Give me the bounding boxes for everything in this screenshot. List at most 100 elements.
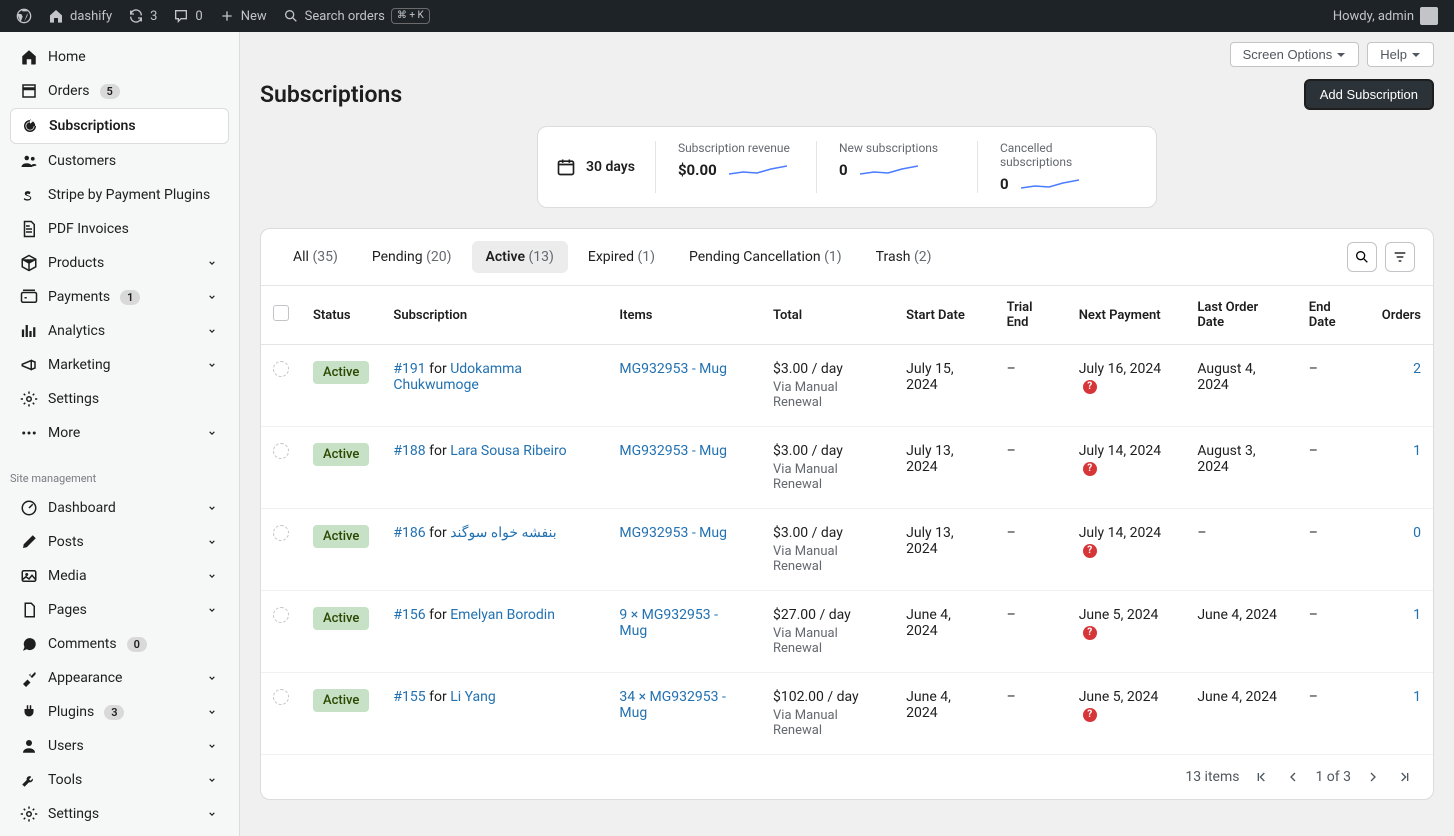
new-content-link[interactable]: New [211,0,275,32]
sidebar-item-plugins[interactable]: Plugins3 [10,695,229,729]
table-row[interactable]: Active #155 for Li Yang 34 × MG932953 - … [261,673,1433,755]
status-badge: Active [313,525,369,548]
col-last-order-date[interactable]: Last Order Date [1185,286,1296,345]
table-row[interactable]: Active #191 for Udokamma Chukwumoge MG93… [261,345,1433,427]
filter-button[interactable] [1385,242,1415,272]
sidebar-item-pages[interactable]: Pages [10,593,229,627]
dashboard-icon [20,499,38,517]
sidebar-item-customers[interactable]: Customers [10,144,229,178]
sidebar-item-users[interactable]: Users [10,729,229,763]
search-button[interactable] [1347,242,1377,272]
col-start-date[interactable]: Start Date [894,286,994,345]
subscription-id-link[interactable]: #188 [393,443,425,459]
sidebar-item-dashboard[interactable]: Dashboard [10,491,229,525]
more-icon [20,424,38,442]
table-row[interactable]: Active #156 for Emelyan Borodin 9 × MG93… [261,591,1433,673]
sidebar-item-products[interactable]: Products [10,246,229,280]
orders-count-link[interactable]: 1 [1413,689,1421,705]
product-link[interactable]: MG932953 - Mug [619,443,727,459]
col-trial-end[interactable]: Trial End [995,286,1067,345]
screen-options-button[interactable]: Screen Options [1230,42,1360,67]
site-name: dashify [70,9,112,24]
tab-trash[interactable]: Trash (2) [862,241,946,273]
customer-link[interactable]: Lara Sousa Ribeiro [450,443,566,459]
settings-icon [20,390,38,408]
last-page-button[interactable] [1395,767,1415,787]
col-next-payment[interactable]: Next Payment [1067,286,1186,345]
sidebar-item-marketing[interactable]: Marketing [10,348,229,382]
site-name-link[interactable]: dashify [40,0,120,32]
customer-link[interactable]: بنفشه خواه سوگند [450,525,556,541]
col-subscription[interactable]: Subscription [381,286,607,345]
sidebar-item-appearance[interactable]: Appearance [10,661,229,695]
product-link[interactable]: MG932953 - Mug [619,361,727,377]
sidebar-item-subscriptions[interactable]: Subscriptions [10,108,229,144]
sidebar-item-analytics[interactable]: Analytics [10,314,229,348]
tab-pending-cancellation[interactable]: Pending Cancellation (1) [675,241,856,273]
customer-link[interactable]: Li Yang [450,689,496,705]
tab-all[interactable]: All (35) [279,241,352,273]
table-row[interactable]: Active #188 for Lara Sousa Ribeiro MG932… [261,427,1433,509]
sidebar-item-settings[interactable]: Settings [10,382,229,416]
wp-logo[interactable] [8,0,40,32]
date-range[interactable]: 30 days [556,157,655,177]
col-items[interactable]: Items [607,286,761,345]
col-total[interactable]: Total [761,286,894,345]
subscription-id-link[interactable]: #186 [393,525,425,541]
product-link[interactable]: 34 × MG932953 - Mug [619,689,725,721]
customer-link[interactable]: Emelyan Borodin [450,607,555,623]
row-checkbox[interactable] [273,361,289,377]
orders-count-link[interactable]: 2 [1413,361,1421,377]
end-date-cell: – [1297,673,1370,755]
row-checkbox[interactable] [273,607,289,623]
orders-count-link[interactable]: 1 [1413,607,1421,623]
next-payment-cell: July 16, 2024? [1067,345,1186,427]
col-end-date[interactable]: End Date [1297,286,1370,345]
tab-expired[interactable]: Expired (1) [574,241,669,273]
sidebar-item-comments[interactable]: Comments0 [10,627,229,661]
orders-count-link[interactable]: 1 [1413,443,1421,459]
sidebar-item-settings[interactable]: Settings [10,797,229,831]
subscription-id-link[interactable]: #156 [393,607,425,623]
orders-count-link[interactable]: 0 [1413,525,1421,541]
table-row[interactable]: Active #186 for بنفشه خواه سوگند MG93295… [261,509,1433,591]
sidebar-item-more[interactable]: More [10,416,229,450]
sidebar-item-stripe-by-payment-plugins[interactable]: Stripe by Payment Plugins [10,178,229,212]
tab-pending[interactable]: Pending (20) [358,241,466,273]
my-account-link[interactable]: Howdy, admin [1325,0,1446,32]
tab-label: All [293,249,309,265]
col-status[interactable]: Status [301,286,381,345]
prev-page-button[interactable] [1283,767,1303,787]
stripe-icon [20,186,38,204]
end-date-cell: – [1297,345,1370,427]
sidebar-item-orders[interactable]: Orders5 [10,74,229,108]
comments-link[interactable]: 0 [165,0,210,32]
tab-count: (35) [312,249,337,265]
tab-active[interactable]: Active (13) [472,241,568,273]
col-orders[interactable]: Orders [1370,286,1433,345]
select-all-checkbox[interactable] [273,305,289,321]
stat-value: 0 [1000,175,1009,193]
row-checkbox[interactable] [273,443,289,459]
add-subscription-button[interactable]: Add Subscription [1304,79,1434,110]
help-button[interactable]: Help [1367,42,1434,67]
subscription-id-link[interactable]: #155 [393,689,425,705]
sidebar-item-tools[interactable]: Tools [10,763,229,797]
updates-link[interactable]: 3 [120,0,165,32]
sidebar-item-pdf-invoices[interactable]: PDF Invoices [10,212,229,246]
subscription-id-link[interactable]: #191 [393,361,425,377]
sidebar-item-label: Orders [48,83,90,99]
product-link[interactable]: MG932953 - Mug [619,525,727,541]
first-page-button[interactable] [1251,767,1271,787]
row-checkbox[interactable] [273,689,289,705]
sidebar-item-media[interactable]: Media [10,559,229,593]
last-order-cell: – [1185,509,1296,591]
row-checkbox[interactable] [273,525,289,541]
search-orders-link[interactable]: Search orders ⌘ + K [275,0,438,32]
trial-end-cell: – [995,673,1067,755]
sidebar-item-home[interactable]: Home [10,40,229,74]
sidebar-item-payments[interactable]: Payments1 [10,280,229,314]
product-link[interactable]: 9 × MG932953 - Mug [619,607,718,639]
sidebar-item-posts[interactable]: Posts [10,525,229,559]
next-page-button[interactable] [1363,767,1383,787]
